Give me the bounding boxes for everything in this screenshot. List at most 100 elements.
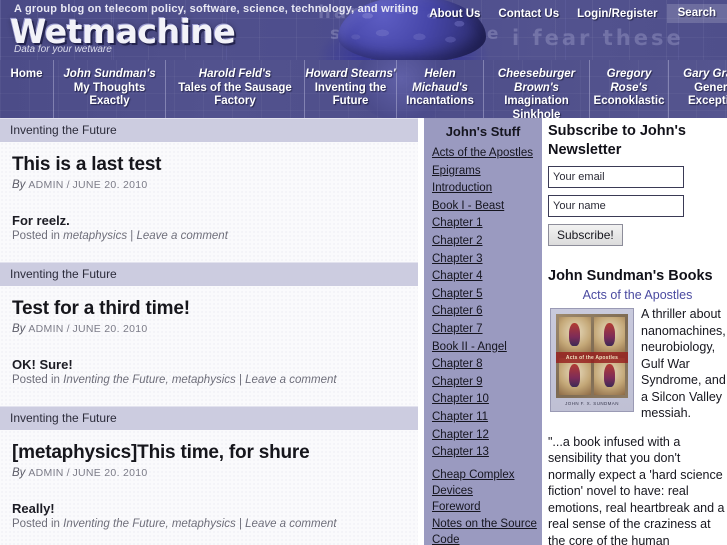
nav-item-author: Helen Michaud's (412, 68, 468, 94)
nav-item-econoklastic[interactable]: Gregory Rose's Econoklastic (590, 60, 669, 118)
book-cover-art: Acts of the Apostles (556, 314, 628, 398)
post-footer-meta: Posted in metaphysics | Leave a comment (12, 230, 406, 262)
book-cover-panel (559, 357, 591, 395)
topnav-item-login-register[interactable]: Login/Register (568, 5, 667, 23)
post-category-bar[interactable]: Inventing the Future (0, 406, 418, 430)
main-content-column: Inventing the Future This is a last test… (0, 118, 418, 545)
nav-item-author: Howard Stearns' (305, 68, 396, 80)
book-cover-panel (593, 317, 625, 355)
post-title[interactable]: [metaphysics]This time, for shure (12, 442, 406, 464)
post-tags[interactable]: Inventing the Future, metaphysics (63, 518, 236, 530)
post-excerpt: OK! Sure! (12, 357, 73, 372)
byline-date: JUNE 20. 2010 (72, 179, 148, 191)
johns-link-chapter-9[interactable]: Chapter 9 (424, 374, 542, 392)
johns-link-notes-on-the-source-code[interactable]: Notes on the Source Code (424, 516, 542, 545)
johns-link-chapter-13[interactable]: Chapter 13 (424, 444, 542, 462)
meta-separator: | (238, 374, 242, 386)
johns-link-epigrams[interactable]: Epigrams (424, 163, 542, 181)
posted-in-label: Posted in (12, 230, 60, 242)
byline-author[interactable]: ADMIN (28, 179, 63, 191)
book-title-link[interactable]: Acts of the Apostles (548, 288, 727, 302)
johns-link-chapter-8[interactable]: Chapter 8 (424, 356, 542, 374)
site-subtagline: Data for your wetware (14, 44, 112, 55)
johns-link-chapter-5[interactable]: Chapter 5 (424, 286, 542, 304)
book-cover-panel (559, 317, 591, 355)
nav-item-incantations[interactable]: Helen Michaud's Incantations (397, 60, 484, 118)
post-title[interactable]: This is a last test (12, 154, 406, 176)
johns-link-acts-of-the-apostles[interactable]: Acts of the Apostles (424, 145, 542, 163)
nav-item-author: John Sundman's (63, 68, 156, 80)
topnav-item-contact-us[interactable]: Contact Us (489, 5, 568, 23)
nav-item-home[interactable]: Home (0, 60, 54, 118)
nav-item-label: General Exception (688, 81, 727, 108)
nav-item-my-thoughts-exactly[interactable]: John Sundman's My Thoughts Exactly (54, 60, 166, 118)
johns-link-book-i-beast[interactable]: Book I - Beast (424, 198, 542, 216)
newsletter-name-input[interactable] (548, 195, 684, 217)
johns-link-cheap-complex-devices[interactable]: Cheap Complex Devices (424, 467, 542, 499)
johns-link-chapter-3[interactable]: Chapter 3 (424, 251, 542, 269)
post-item: This is a last test By ADMIN / JUNE 20. … (0, 154, 418, 262)
johns-link-chapter-12[interactable]: Chapter 12 (424, 427, 542, 445)
book-cover-image[interactable]: Acts of the Apostles JOHN F. X. SUNDMAN (550, 308, 634, 412)
post-category-bar[interactable]: Inventing the Future (0, 262, 418, 286)
leave-a-comment-link[interactable]: Leave a comment (136, 230, 227, 242)
leave-a-comment-link[interactable]: Leave a comment (245, 374, 336, 386)
newsletter-heading: Subscribe to John's Newsletter (548, 123, 686, 158)
nav-item-general-exception[interactable]: Gary Gray's General Exception (669, 60, 727, 118)
johns-link-chapter-10[interactable]: Chapter 10 (424, 391, 542, 409)
newsletter-subscribe-button[interactable]: Subscribe! (548, 224, 623, 246)
posted-in-label: Posted in (12, 518, 60, 530)
byline-by-label: By (12, 323, 26, 335)
post-tags[interactable]: Inventing the Future, metaphysics (63, 374, 236, 386)
posted-in-label: Posted in (12, 374, 60, 386)
byline-by-label: By (12, 467, 26, 479)
nav-item-label: Incantations (406, 95, 474, 107)
byline-date: JUNE 20. 2010 (72, 323, 148, 335)
johns-link-chapter-2[interactable]: Chapter 2 (424, 233, 542, 251)
johns-link-chapter-7[interactable]: Chapter 7 (424, 321, 542, 339)
byline-separator: / (66, 323, 70, 335)
post-byline: By ADMIN / JUNE 20. 2010 (12, 323, 406, 335)
post-footer-meta: Posted in Inventing the Future, metaphys… (12, 374, 406, 406)
nav-item-inventing-the-future[interactable]: Howard Stearns' Inventing the Future (305, 60, 397, 118)
johns-link-foreword[interactable]: Foreword (424, 499, 542, 517)
meta-separator: | (238, 518, 242, 530)
page-body: Inventing the Future This is a last test… (0, 118, 727, 545)
book-cover-author-text: JOHN F. X. SUNDMAN (565, 401, 619, 406)
byline-separator: / (66, 179, 70, 191)
meta-separator: | (130, 230, 134, 242)
johns-link-introduction[interactable]: Introduction (424, 180, 542, 198)
post-title[interactable]: Test for a third time! (12, 298, 406, 320)
johns-link-chapter-11[interactable]: Chapter 11 (424, 409, 542, 427)
nav-item-author: Gregory Rose's (606, 68, 652, 94)
johns-link-chapter-1[interactable]: Chapter 1 (424, 215, 542, 233)
nav-item-label: Imagination Sinkhole (504, 95, 569, 118)
nav-item-tales-of-the-sausage-factory[interactable]: Harold Feld's Tales of the Sausage Facto… (166, 60, 305, 118)
nav-item-label: My Thoughts Exactly (73, 81, 146, 108)
byline-date: JUNE 20. 2010 (72, 467, 148, 479)
post-excerpt: Really! (12, 501, 55, 516)
byline-by-label: By (12, 179, 26, 191)
post-item: Test for a third time! By ADMIN / JUNE 2… (0, 298, 418, 406)
post-tags[interactable]: metaphysics (63, 230, 127, 242)
johns-link-chapter-6[interactable]: Chapter 6 (424, 303, 542, 321)
site-banner: hardware software wetware i fear these A… (0, 0, 727, 60)
leave-a-comment-link[interactable]: Leave a comment (245, 518, 336, 530)
topnav-item-search[interactable]: Search (666, 4, 727, 23)
post-item: [metaphysics]This time, for shure By ADM… (0, 442, 418, 545)
newsletter-email-input[interactable] (548, 166, 684, 188)
johns-link-chapter-4[interactable]: Chapter 4 (424, 268, 542, 286)
nav-item-author: Harold Feld's (198, 68, 272, 80)
ghost-word-i-fear-these: i fear these (512, 26, 684, 50)
book-cover-title-band: Acts of the Apostles (556, 352, 628, 363)
johns-stuff-sidebar: John's Stuff Acts of the Apostles Epigra… (424, 118, 542, 545)
post-category-bar[interactable]: Inventing the Future (0, 118, 418, 142)
nav-item-label: Tales of the Sausage Factory (178, 81, 292, 108)
byline-author[interactable]: ADMIN (28, 323, 63, 335)
topnav-item-about-us[interactable]: About Us (420, 5, 489, 23)
post-byline: By ADMIN / JUNE 20. 2010 (12, 467, 406, 479)
nav-item-imagination-sinkhole[interactable]: Cheeseburger Brown's Imagination Sinkhol… (484, 60, 590, 118)
johns-link-book-ii-angel[interactable]: Book II - Angel (424, 339, 542, 357)
byline-author[interactable]: ADMIN (28, 467, 63, 479)
book-cover-panel (593, 357, 625, 395)
